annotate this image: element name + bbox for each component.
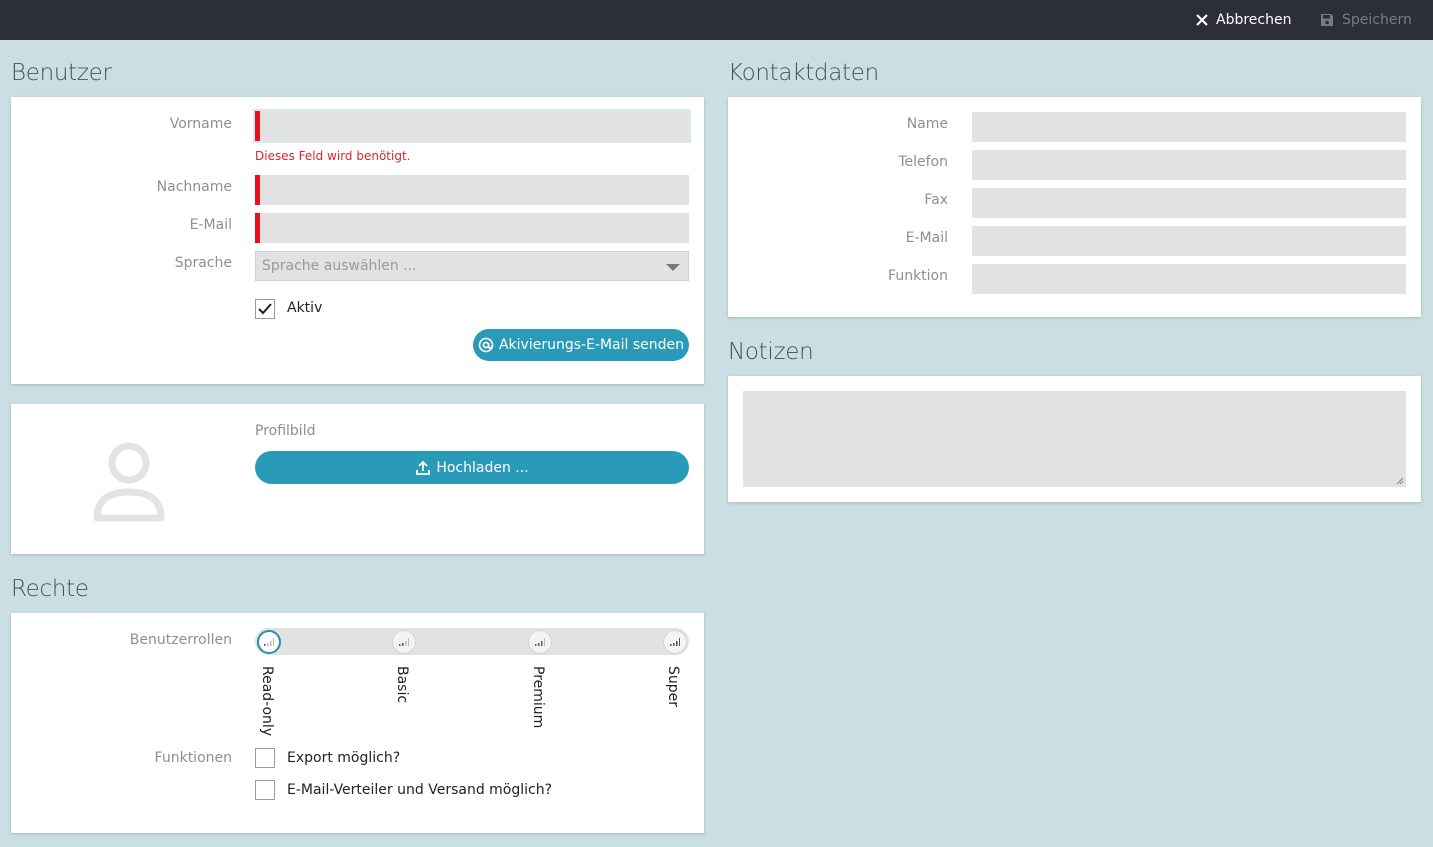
upload-button[interactable]: Hochladen ... <box>255 451 689 484</box>
role-label-basic: Basic <box>394 666 410 704</box>
notizen-panel <box>728 376 1421 502</box>
section-title-notizen: Notizen <box>728 339 814 365</box>
kontakt-panel: Name Telefon Fax E-Mail Funktion <box>728 97 1421 317</box>
telefon-input[interactable] <box>972 150 1406 180</box>
section-title-kontaktdaten: Kontaktdaten <box>728 60 879 86</box>
nachname-label: Nachname <box>156 179 232 195</box>
kontakt-name-input[interactable] <box>972 112 1406 142</box>
sprache-label: Sprache <box>174 255 232 271</box>
profilbild-panel: Profilbild Hochladen ... <box>11 404 704 554</box>
at-icon <box>478 337 494 353</box>
nachname-input[interactable] <box>255 175 689 205</box>
save-button[interactable]: Speichern <box>1320 0 1412 40</box>
chevron-down-icon <box>666 264 680 271</box>
fax-label: Fax <box>924 192 948 208</box>
signal-icon <box>264 638 274 646</box>
upload-label: Hochladen ... <box>436 459 529 476</box>
upload-icon <box>416 460 431 475</box>
signal-icon <box>399 638 409 646</box>
signal-icon <box>670 638 680 646</box>
email-input[interactable] <box>255 213 689 243</box>
benutzerrollen-label: Benutzerrollen <box>129 632 232 648</box>
sprache-select[interactable]: Sprache auswählen ... <box>255 251 689 281</box>
benutzer-panel: Vorname Dieses Feld wird benötigt. Nachn… <box>11 97 704 384</box>
aktiv-label: Aktiv <box>287 300 323 316</box>
vorname-input[interactable] <box>253 109 691 143</box>
top-toolbar: Abbrechen Speichern <box>0 0 1433 40</box>
funktion-label: Funktion <box>888 268 948 284</box>
checkmark-icon <box>258 303 272 315</box>
close-icon <box>1196 14 1208 26</box>
email-distribution-label: E-Mail-Verteiler und Versand möglich? <box>287 782 553 798</box>
sprache-placeholder: Sprache auswählen ... <box>262 258 417 274</box>
funktionen-label: Funktionen <box>154 750 232 766</box>
export-checkbox[interactable] <box>255 748 275 768</box>
save-label: Speichern <box>1342 12 1412 28</box>
fax-input[interactable] <box>972 188 1406 218</box>
kontakt-name-label: Name <box>906 116 948 132</box>
role-slider-track[interactable] <box>255 628 689 655</box>
profilbild-label: Profilbild <box>255 423 316 439</box>
resize-handle-icon[interactable] <box>1396 477 1404 485</box>
user-avatar-icon <box>93 442 165 522</box>
aktiv-checkbox[interactable] <box>255 299 275 319</box>
role-label-read-only: Read-only <box>259 666 275 737</box>
notes-textarea[interactable] <box>743 391 1406 487</box>
send-activation-email-button[interactable]: Akivierungs-E-Mail senden <box>473 329 689 361</box>
role-knob-super[interactable] <box>663 630 687 654</box>
cancel-button[interactable]: Abbrechen <box>1196 0 1291 40</box>
role-knob-read-only[interactable] <box>257 630 281 654</box>
save-icon <box>1321 14 1333 26</box>
signal-icon <box>535 638 545 646</box>
section-title-rechte: Rechte <box>11 576 89 602</box>
vorname-error: Dieses Feld wird benötigt. <box>255 149 411 163</box>
rechte-panel: Benutzerrollen Read-only Basic Premium S… <box>11 613 704 833</box>
funktion-input[interactable] <box>972 264 1406 294</box>
role-label-super: Super <box>665 666 681 708</box>
send-activation-label: Akivierungs-E-Mail senden <box>498 337 685 353</box>
export-label: Export möglich? <box>287 750 401 766</box>
role-label-premium: Premium <box>530 666 546 729</box>
vorname-label: Vorname <box>169 116 232 132</box>
email-label: E-Mail <box>189 217 232 233</box>
telefon-label: Telefon <box>898 154 948 170</box>
section-title-benutzer: Benutzer <box>11 60 112 86</box>
kontakt-email-label: E-Mail <box>905 230 948 246</box>
email-distribution-checkbox[interactable] <box>255 780 275 800</box>
role-knob-premium[interactable] <box>528 630 552 654</box>
cancel-label: Abbrechen <box>1216 12 1292 28</box>
kontakt-email-input[interactable] <box>972 226 1406 256</box>
role-knob-basic[interactable] <box>392 630 416 654</box>
